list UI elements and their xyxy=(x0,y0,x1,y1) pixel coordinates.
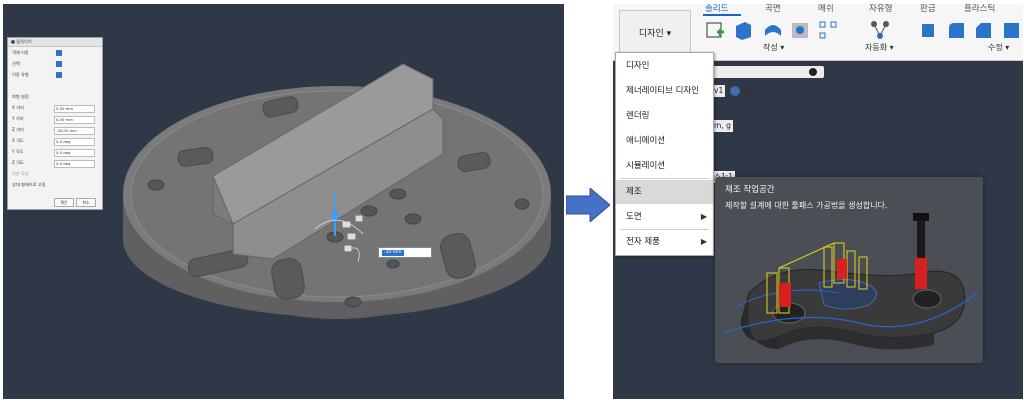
left-viewport[interactable]: ■ 움직이기 객체 이동 선택 이동 유형 피벗 설정 X 거리 0.00 mm… xyxy=(3,4,564,399)
press-pull-icon[interactable] xyxy=(918,20,938,40)
dialog-label: X 거리 xyxy=(12,105,24,110)
dialog-label: 이동 유형 xyxy=(12,72,29,77)
menu-divider xyxy=(620,178,709,179)
cancel-button[interactable]: 취소 xyxy=(76,198,96,207)
menu-item-electronics[interactable]: 전자 제품 ▶ xyxy=(616,230,713,254)
right-viewport[interactable]: 디자인 ▾ 솔리드 곡면 메쉬 자유형 판금 플라스틱 작성 ▾ 자동화 ▾ 수… xyxy=(613,4,1023,399)
x-angle-field[interactable]: 0.0 deg xyxy=(54,138,95,146)
extrude-icon[interactable] xyxy=(733,20,753,40)
manufacture-tooltip: 제조 작업공간 제작할 설계에 대한 툴패스 가공법을 생성합니다. xyxy=(715,177,983,363)
chevron-right-icon: ▶ xyxy=(700,237,707,246)
shell-icon[interactable] xyxy=(1001,20,1021,40)
toolpath-preview-image xyxy=(723,213,978,350)
dialog-label: X 각도 xyxy=(12,138,24,143)
y-angle-field[interactable]: 0.0 deg xyxy=(54,149,95,157)
workspace-dropdown-button[interactable]: 디자인 ▾ xyxy=(619,10,691,54)
dialog-label: 상대 형태으로 고정 xyxy=(12,182,46,187)
tab-solid[interactable]: 솔리드 xyxy=(705,4,728,14)
tab-plastic[interactable]: 플라스틱 xyxy=(964,4,995,14)
move-dialog[interactable]: ■ 움직이기 객체 이동 선택 이동 유형 피벗 설정 X 거리 0.00 mm… xyxy=(7,37,103,210)
hole-icon[interactable] xyxy=(790,20,810,40)
menu-item-rendering[interactable]: 렌더링 xyxy=(616,104,713,128)
chevron-right-icon: ▶ xyxy=(700,212,707,221)
menu-item-simulation[interactable]: 시뮬레이션 xyxy=(616,154,713,178)
menu-item-manufacture[interactable]: 제조 xyxy=(616,180,713,204)
y-distance-field[interactable]: 0.00 mm xyxy=(54,116,95,124)
distance-input[interactable]: -30 mm xyxy=(378,247,432,258)
move-type-icon[interactable] xyxy=(56,72,62,78)
dialog-label: Z 거리 xyxy=(12,127,24,132)
dialog-label: Z 각도 xyxy=(12,160,24,165)
automate-icon[interactable] xyxy=(870,20,890,40)
z-angle-field[interactable]: 0.0 deg xyxy=(54,160,95,168)
tooltip-title: 제조 작업공간 xyxy=(725,185,775,195)
tab-surface[interactable]: 곡면 xyxy=(765,4,781,14)
object-icon[interactable] xyxy=(56,50,62,56)
close-circle-icon[interactable] xyxy=(808,67,818,77)
browser-bar[interactable] xyxy=(712,66,824,78)
menu-item-generative-design[interactable]: 제너레이티브 디자인 xyxy=(616,79,713,103)
dialog-title: ■ 움직이기 xyxy=(8,38,102,47)
dialog-label: 피벗 설정 xyxy=(12,94,29,99)
dialog-label: 사본 작성 xyxy=(12,171,29,176)
tooltip-description: 제작할 설계에 대한 툴패스 가공법을 생성합니다. xyxy=(725,201,888,210)
create-group-label[interactable]: 작성 ▾ xyxy=(763,42,784,53)
visibility-icon[interactable] xyxy=(730,85,754,97)
pattern-icon[interactable] xyxy=(818,20,838,40)
ok-button[interactable]: 확인 xyxy=(54,198,74,207)
automate-group-label[interactable]: 자동화 ▾ xyxy=(865,42,894,53)
select-icon[interactable] xyxy=(56,61,62,67)
dialog-label: 선택 xyxy=(12,61,20,66)
distance-value[interactable]: -30 mm xyxy=(382,250,404,256)
dialog-label: Y 각도 xyxy=(12,149,24,154)
arrow-right-icon xyxy=(566,188,610,222)
tab-form[interactable]: 자유형 xyxy=(869,4,892,14)
z-distance-field[interactable]: -30.00 mm xyxy=(54,127,95,135)
dialog-label: Y 거리 xyxy=(12,116,24,121)
revolve-icon[interactable] xyxy=(763,20,783,40)
modify-group-label[interactable]: 수정 ▾ xyxy=(988,42,1009,53)
active-tab-indicator xyxy=(703,14,741,16)
units-label: m, g xyxy=(712,120,733,132)
x-distance-field[interactable]: 0.00 mm xyxy=(54,105,95,113)
menu-item-design[interactable]: 디자인 xyxy=(616,54,713,78)
fillet-icon[interactable] xyxy=(946,20,966,40)
dialog-label: 객체 이동 xyxy=(12,50,29,55)
menu-item-animation[interactable]: 애니메이션 xyxy=(616,129,713,153)
tab-mesh[interactable]: 메쉬 xyxy=(818,4,834,14)
tab-sheetmetal[interactable]: 판금 xyxy=(920,4,936,14)
menu-item-drawing[interactable]: 도면 ▶ xyxy=(616,205,713,229)
chamfer-icon[interactable] xyxy=(973,20,993,40)
workspace-menu[interactable]: 디자인 제너레이티브 디자인 렌더링 애니메이션 시뮬레이션 제조 도면 ▶ 전자… xyxy=(615,52,714,256)
sketch-icon[interactable] xyxy=(705,20,725,40)
